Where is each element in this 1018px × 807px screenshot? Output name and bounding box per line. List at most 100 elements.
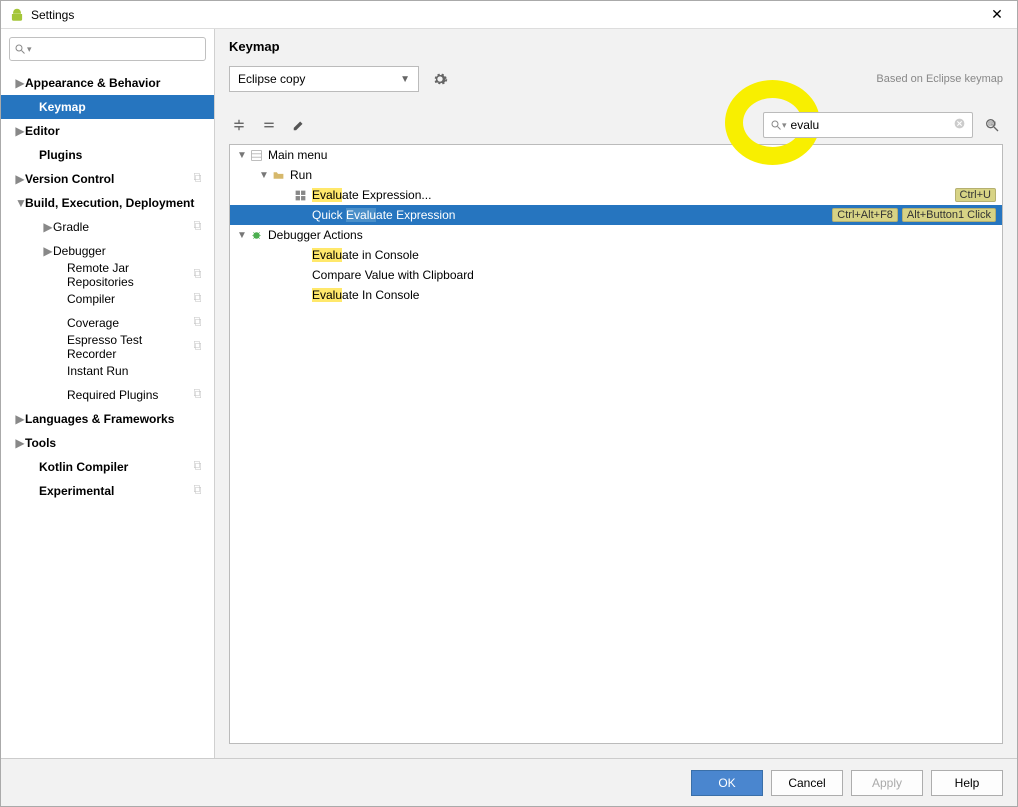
sidebar-item-label: Keymap — [39, 100, 206, 114]
tree-arrow-icon: ▼ — [236, 230, 248, 241]
folder-icon — [270, 169, 286, 182]
sidebar-item-label: Experimental — [39, 484, 192, 498]
cancel-button[interactable]: Cancel — [771, 770, 843, 796]
gear-icon[interactable] — [429, 68, 451, 90]
action-search-input[interactable] — [787, 118, 953, 132]
sidebar-item[interactable]: Keymap — [1, 95, 214, 119]
settings-tree-sidebar: ▾ ▶Appearance & BehaviorKeymap▶EditorPlu… — [1, 29, 215, 758]
sidebar-item[interactable]: Plugins — [1, 143, 214, 167]
action-label: Quick Evaluate Expression — [312, 208, 832, 222]
tree-arrow-icon: ▶ — [15, 76, 25, 90]
menu-icon — [248, 149, 264, 162]
project-level-icon — [192, 316, 206, 330]
clear-search-icon[interactable] — [953, 117, 966, 133]
sidebar-item[interactable]: ▼Build, Execution, Deployment — [1, 191, 214, 215]
keymap-scheme-value: Eclipse copy — [238, 72, 305, 86]
tree-arrow-icon: ▶ — [43, 244, 53, 258]
chevron-down-icon: ▼ — [400, 74, 410, 85]
svg-text:⌨: ⌨ — [988, 122, 996, 128]
sidebar-item[interactable]: Compiler — [1, 287, 214, 311]
titlebar: Settings ✕ — [1, 1, 1017, 29]
dialog-footer: OK Cancel Apply Help — [1, 758, 1017, 806]
action-label: Evaluate Expression... — [312, 188, 955, 202]
bug-icon — [248, 229, 264, 242]
sidebar-item-label: Tools — [25, 436, 206, 450]
action-row[interactable]: Evaluate In Console — [230, 285, 1002, 305]
keymap-scheme-dropdown[interactable]: Eclipse copy ▼ — [229, 66, 419, 92]
settings-search-input[interactable] — [32, 42, 201, 56]
project-level-icon — [192, 388, 206, 402]
sidebar-item[interactable]: ▶Version Control — [1, 167, 214, 191]
action-row[interactable]: ▼Run — [230, 165, 1002, 185]
window-title: Settings — [31, 8, 985, 22]
grid-icon — [292, 189, 308, 202]
action-label: Evaluate In Console — [312, 288, 996, 302]
sidebar-item-label: Version Control — [25, 172, 192, 186]
sidebar-item[interactable]: ▶Editor — [1, 119, 214, 143]
tree-arrow-icon: ▶ — [15, 124, 25, 138]
sidebar-item[interactable]: ▶Tools — [1, 431, 214, 455]
project-level-icon — [192, 484, 206, 498]
tree-arrow-icon: ▶ — [15, 412, 25, 426]
help-button[interactable]: Help — [931, 770, 1003, 796]
sidebar-item-label: Coverage — [67, 316, 192, 330]
keymap-panel: Keymap Eclipse copy ▼ Based on Eclipse k… — [215, 29, 1017, 758]
sidebar-item[interactable]: Experimental — [1, 479, 214, 503]
action-row[interactable]: Evaluate in Console — [230, 245, 1002, 265]
sidebar-item-label: Editor — [25, 124, 206, 138]
action-row[interactable]: Evaluate Expression...Ctrl+U — [230, 185, 1002, 205]
sidebar-item-label: Instant Run — [67, 364, 206, 378]
action-label: Run — [290, 168, 996, 182]
action-label: Debugger Actions — [268, 228, 996, 242]
sidebar-item-label: Espresso Test Recorder — [67, 333, 192, 361]
sidebar-item[interactable]: Instant Run — [1, 359, 214, 383]
based-on-label: Based on Eclipse keymap — [876, 73, 1003, 85]
collapse-all-icon[interactable] — [259, 115, 279, 135]
sidebar-item-label: Languages & Frameworks — [25, 412, 206, 426]
action-search[interactable]: ▾ — [763, 112, 973, 138]
settings-tree[interactable]: ▶Appearance & BehaviorKeymap▶EditorPlugi… — [1, 67, 214, 758]
action-row[interactable]: ▼Main menu — [230, 145, 1002, 165]
close-icon[interactable]: ✕ — [985, 6, 1009, 23]
expand-all-icon[interactable] — [229, 115, 249, 135]
project-level-icon — [192, 340, 206, 354]
sidebar-item-label: Gradle — [53, 220, 192, 234]
sidebar-item[interactable]: Required Plugins — [1, 383, 214, 407]
sidebar-item[interactable]: Coverage — [1, 311, 214, 335]
edit-icon[interactable] — [289, 115, 309, 135]
sidebar-item-label: Required Plugins — [67, 388, 192, 402]
find-by-shortcut-icon[interactable]: ⌨ — [981, 114, 1003, 136]
sidebar-item[interactable]: ▶Gradle — [1, 215, 214, 239]
sidebar-item-label: Plugins — [39, 148, 206, 162]
tree-arrow-icon: ▶ — [43, 220, 53, 234]
project-level-icon — [192, 292, 206, 306]
settings-search[interactable]: ▾ — [9, 37, 206, 61]
shortcut-badge: Ctrl+U — [955, 188, 996, 202]
sidebar-item[interactable]: Remote Jar Repositories — [1, 263, 214, 287]
sidebar-item[interactable]: ▶Appearance & Behavior — [1, 71, 214, 95]
action-row[interactable]: ▼ Debugger Actions — [230, 225, 1002, 245]
shortcut-badges: Ctrl+Alt+F8 Alt+Button1 Click — [832, 208, 996, 222]
project-level-icon — [192, 172, 206, 186]
search-icon — [770, 119, 782, 131]
action-label: Main menu — [268, 148, 996, 162]
action-row[interactable]: Quick Evaluate ExpressionCtrl+Alt+F8 Alt+… — [230, 205, 1002, 225]
sidebar-item-label: Kotlin Compiler — [39, 460, 192, 474]
sidebar-item[interactable]: ▶Debugger — [1, 239, 214, 263]
sidebar-item[interactable]: Kotlin Compiler — [1, 455, 214, 479]
project-level-icon — [192, 268, 206, 282]
shortcut-badge: Alt+Button1 Click — [902, 208, 996, 222]
sidebar-item[interactable]: ▶Languages & Frameworks — [1, 407, 214, 431]
action-row[interactable]: Compare Value with Clipboard — [230, 265, 1002, 285]
sidebar-item-label: Build, Execution, Deployment — [25, 196, 206, 210]
apply-button[interactable]: Apply — [851, 770, 923, 796]
shortcut-badges: Ctrl+U — [955, 188, 996, 202]
tree-arrow-icon: ▶ — [15, 172, 25, 186]
sidebar-item[interactable]: Espresso Test Recorder — [1, 335, 214, 359]
search-icon — [14, 43, 26, 55]
actions-tree[interactable]: ▼Main menu▼RunEvaluate Expression...Ctrl… — [229, 144, 1003, 744]
ok-button[interactable]: OK — [691, 770, 763, 796]
sidebar-item-label: Appearance & Behavior — [25, 76, 206, 90]
shortcut-badge: Ctrl+Alt+F8 — [832, 208, 898, 222]
tree-arrow-icon: ▼ — [15, 196, 25, 210]
